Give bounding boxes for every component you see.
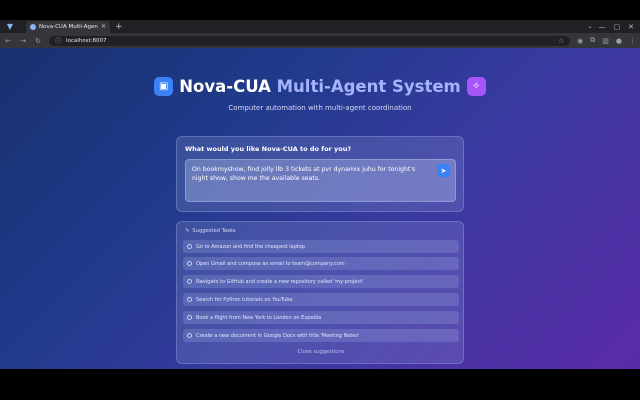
suggestion-text: Search for Python tutorials on YouTube (196, 296, 293, 303)
suggestion-item[interactable]: Search for Python tutorials on YouTube (183, 293, 459, 306)
suggestions-heading: ✎ Suggested Tasks (185, 228, 235, 234)
forward-icon[interactable]: → (19, 37, 27, 45)
suggestion-text: Navigate to GitHub and create a new repo… (196, 278, 364, 285)
title-main: Nova-CUA (179, 77, 271, 96)
task-label: What would you like Nova-CUA to do for y… (185, 145, 352, 153)
close-suggestions-button[interactable]: Close suggestions (177, 349, 465, 355)
close-window-icon[interactable]: ✕ (628, 23, 634, 31)
circle-icon (187, 333, 192, 338)
suggestion-text: Go to Amazon and find the cheapest lapto… (196, 243, 306, 250)
profile-icon[interactable]: ● (616, 37, 622, 45)
browser-toolbar: ← → ↻ ⓘ ☆ ◉ ⧉ ▥ ● ⋮ (0, 33, 640, 48)
circle-icon (187, 261, 192, 266)
minimize-icon[interactable]: — (599, 23, 606, 31)
suggestion-item[interactable]: Navigate to GitHub and create a new repo… (183, 275, 459, 288)
circle-icon (187, 297, 192, 302)
site-info-icon[interactable]: ⓘ (55, 36, 61, 45)
page-title: Nova-CUA Multi-Agent System (179, 77, 461, 96)
url-input[interactable] (66, 37, 553, 44)
address-bar[interactable]: ⓘ ☆ (49, 35, 571, 46)
lightbulb-icon: ✎ (185, 228, 190, 234)
sidebar-icon[interactable]: ▥ (602, 37, 609, 45)
circle-icon (187, 244, 192, 249)
send-button[interactable]: ➤ (437, 164, 450, 177)
task-card: What would you like Nova-CUA to do for y… (176, 136, 464, 212)
suggestion-text: Open Gmail and compose an email to team@… (196, 260, 345, 267)
tab-nova-cua[interactable]: Nova-CUA Multi-Agent S ✕ (26, 20, 110, 33)
title-accent: Multi-Agent System (276, 77, 461, 96)
suggestion-text: Create a new document in Google Docs wit… (196, 332, 360, 339)
suggestion-item[interactable]: Create a new document in Google Docs wit… (183, 329, 459, 342)
maximize-icon[interactable]: ▢ (614, 23, 621, 31)
suggestion-item[interactable]: Book a flight from New York to London on… (183, 311, 459, 324)
task-input[interactable]: On bookmyshow, find jolly llb 3 tickets … (185, 159, 456, 202)
tab-title: Nova-CUA Multi-Agent S (39, 23, 98, 30)
sparkle-icon: ✧ (466, 77, 486, 96)
suggestion-item[interactable]: Go to Amazon and find the cheapest lapto… (183, 240, 459, 253)
circle-icon (187, 279, 192, 284)
more-menu-icon[interactable]: ⋮ (629, 37, 636, 45)
chevron-down-icon[interactable]: ⌄ (587, 23, 592, 30)
page-subtitle: Computer automation with multi-agent coo… (228, 104, 412, 112)
suggestions-heading-text: Suggested Tasks (192, 228, 236, 234)
extensions-icon[interactable]: ⧉ (590, 36, 595, 45)
globe-icon (30, 23, 36, 30)
close-tab-icon[interactable]: ✕ (101, 23, 106, 30)
new-tab-button[interactable]: + (115, 21, 123, 33)
window-controls: — ▢ ✕ (599, 23, 635, 31)
page-header: ▣ Nova-CUA Multi-Agent System ✧ (0, 77, 640, 96)
circle-icon (187, 315, 192, 320)
screen-frame: ▼ Nova-CUA Multi-Agent S ✕ + ⌄ — ▢ ✕ ← →… (0, 0, 640, 400)
bookmark-star-icon[interactable]: ☆ (558, 37, 564, 45)
monitor-icon: ▣ (154, 77, 174, 96)
app-page: ▣ Nova-CUA Multi-Agent System ✧ Computer… (0, 48, 640, 369)
suggestions-card: ✎ Suggested Tasks Go to Amazon and find … (176, 221, 464, 364)
suggestion-text: Book a flight from New York to London on… (196, 314, 322, 321)
tab-strip: ▼ Nova-CUA Multi-Agent S ✕ + ⌄ — ▢ ✕ (0, 20, 640, 33)
task-input-text: On bookmyshow, find jolly llb 3 tickets … (192, 166, 416, 182)
shield-icon[interactable]: ◉ (577, 37, 583, 45)
browser-window: ▼ Nova-CUA Multi-Agent S ✕ + ⌄ — ▢ ✕ ← →… (0, 20, 640, 369)
back-icon[interactable]: ← (4, 37, 12, 45)
reload-icon[interactable]: ↻ (34, 37, 42, 45)
tab-search-icon[interactable]: ▼ (4, 21, 16, 33)
suggestion-item[interactable]: Open Gmail and compose an email to team@… (183, 257, 459, 270)
